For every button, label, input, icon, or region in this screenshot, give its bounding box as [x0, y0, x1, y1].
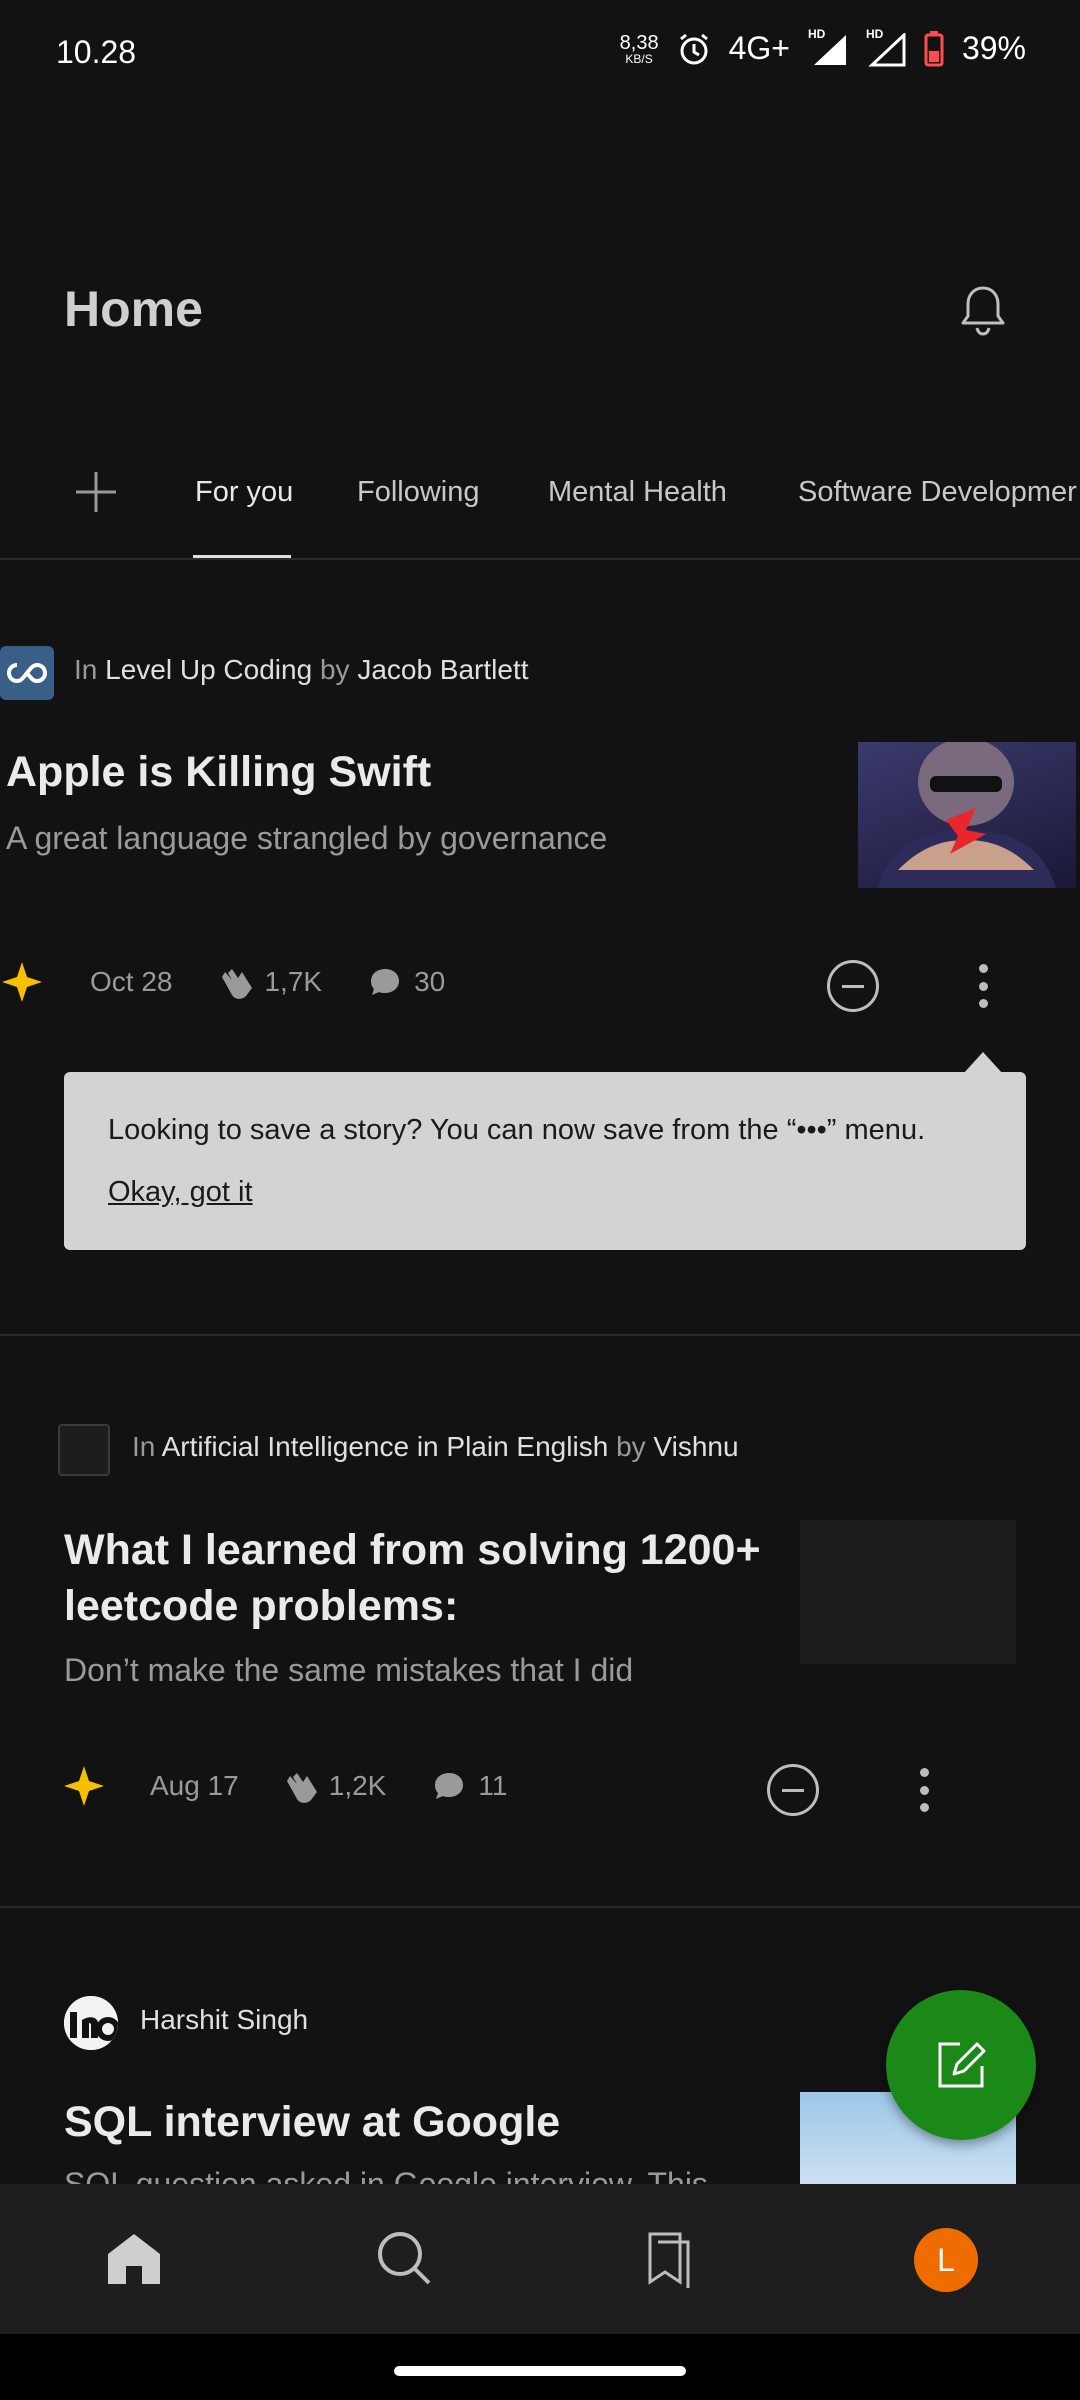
- signal-2: HD: [866, 27, 906, 67]
- clap-count: 1,2K: [328, 1770, 387, 1801]
- notifications-bell-icon[interactable]: [958, 282, 1008, 338]
- show-less-button[interactable]: [827, 960, 879, 1012]
- article-illustration: [878, 742, 1056, 888]
- tab-for-you[interactable]: For you: [195, 476, 293, 509]
- page-title: Home: [64, 281, 203, 337]
- article-thumbnail[interactable]: [858, 742, 1076, 888]
- level-up-coding-logo-icon: [7, 662, 47, 684]
- write-story-button[interactable]: [886, 1990, 1036, 2140]
- signal-icon: [813, 34, 846, 65]
- network-speed: 8,38 KB/S: [620, 33, 659, 65]
- in-label: In: [74, 654, 98, 685]
- save-story-tooltip: Looking to save a story? You can now sav…: [64, 1072, 1026, 1250]
- status-icons: 8,38 KB/S 4G+ HD HD 39%: [620, 27, 1026, 67]
- okay-got-it-link[interactable]: Okay, got it: [108, 1176, 253, 1209]
- divider: [0, 1334, 1080, 1336]
- author-avatar-image: [64, 1996, 118, 2050]
- comment-icon[interactable]: [432, 1770, 466, 1802]
- topic-tabs: [0, 458, 1080, 560]
- by-label: by: [616, 1431, 646, 1462]
- alarm-icon: [679, 33, 708, 64]
- more-options-icon[interactable]: [916, 1768, 932, 1812]
- signal-icon: [868, 32, 906, 66]
- author-avatar[interactable]: [64, 1996, 118, 2050]
- member-star-icon: [64, 1766, 104, 1806]
- author-name[interactable]: Jacob Bartlett: [357, 654, 528, 685]
- battery-percent: 39%: [961, 30, 1026, 66]
- article-stats-1: Oct 28 1,7K 30: [0, 960, 445, 1004]
- comment-count: 30: [414, 966, 446, 997]
- compose-edit-icon: [938, 2042, 986, 2088]
- article-title[interactable]: SQL interview at Google: [64, 2094, 784, 2150]
- more-options-icon[interactable]: [975, 964, 991, 1008]
- clap-icon[interactable]: [216, 963, 256, 1001]
- clap-icon[interactable]: [281, 1767, 321, 1805]
- search-icon[interactable]: [374, 2228, 434, 2288]
- article-meta-2: In Artificial Intelligence in Plain Engl…: [132, 1431, 739, 1463]
- publication-logo[interactable]: [58, 1424, 110, 1476]
- clap-count: 1,7K: [264, 966, 323, 997]
- article-subtitle: Don’t make the same mistakes that I did: [64, 1652, 634, 1688]
- publication-name[interactable]: Level Up Coding: [105, 654, 312, 685]
- show-less-button[interactable]: [767, 1764, 819, 1816]
- speed-value: 8,38: [619, 31, 659, 54]
- member-star-icon: [2, 962, 42, 1002]
- network-type: 4G+: [728, 30, 790, 66]
- bookmarks-library-icon[interactable]: [642, 2228, 702, 2288]
- tab-mental-health[interactable]: Mental Health: [548, 476, 727, 509]
- by-label: by: [319, 654, 350, 685]
- publication-name[interactable]: Artificial Intelligence in Plain English: [162, 1431, 609, 1462]
- article-meta-3: Harshit Singh: [140, 2004, 308, 2036]
- tab-following[interactable]: Following: [357, 476, 480, 509]
- in-label: In: [132, 1431, 156, 1462]
- tooltip-message: Looking to save a story? You can now sav…: [108, 1114, 926, 1146]
- article-title-line: What I learned from solving 1200+: [64, 1526, 761, 1574]
- article-title[interactable]: What I learned from solving 1200+ leetco…: [64, 1522, 784, 1634]
- article-thumbnail[interactable]: [800, 1520, 1016, 1664]
- article-subtitle: A great language strangled by governance: [6, 820, 608, 856]
- tooltip-arrow: [963, 1052, 1003, 1074]
- add-topic-plus-icon[interactable]: [74, 470, 118, 514]
- author-name[interactable]: Harshit Singh: [140, 2004, 308, 2035]
- tab-software-development[interactable]: Software Developmer: [798, 476, 1077, 509]
- article-meta-1: In Level Up Coding by Jacob Bartlett: [74, 654, 529, 686]
- article-title[interactable]: Apple is Killing Swift: [6, 744, 826, 800]
- article-subtitle: SQL question asked in Google interview. …: [64, 2166, 708, 2184]
- active-tab-indicator: [193, 555, 291, 558]
- comment-icon[interactable]: [368, 966, 402, 998]
- divider: [0, 1906, 1080, 1908]
- comment-count: 11: [478, 1770, 508, 1801]
- article-title-line: leetcode problems:: [64, 1582, 459, 1630]
- article-stats-2: Aug 17 1,2K 11: [62, 1764, 507, 1808]
- publication-logo[interactable]: [0, 646, 54, 700]
- publish-date: Aug 17: [150, 1770, 239, 1801]
- home-icon[interactable]: [104, 2228, 164, 2288]
- battery-icon: [924, 30, 944, 66]
- speed-unit: KB/S: [625, 51, 653, 66]
- home-gesture-bar[interactable]: [394, 2366, 686, 2376]
- profile-avatar[interactable]: L: [914, 2228, 978, 2292]
- signal-1: HD: [808, 27, 848, 67]
- status-time: 10.28: [56, 34, 137, 70]
- author-name[interactable]: Vishnu: [653, 1431, 738, 1462]
- publish-date: Oct 28: [90, 966, 173, 997]
